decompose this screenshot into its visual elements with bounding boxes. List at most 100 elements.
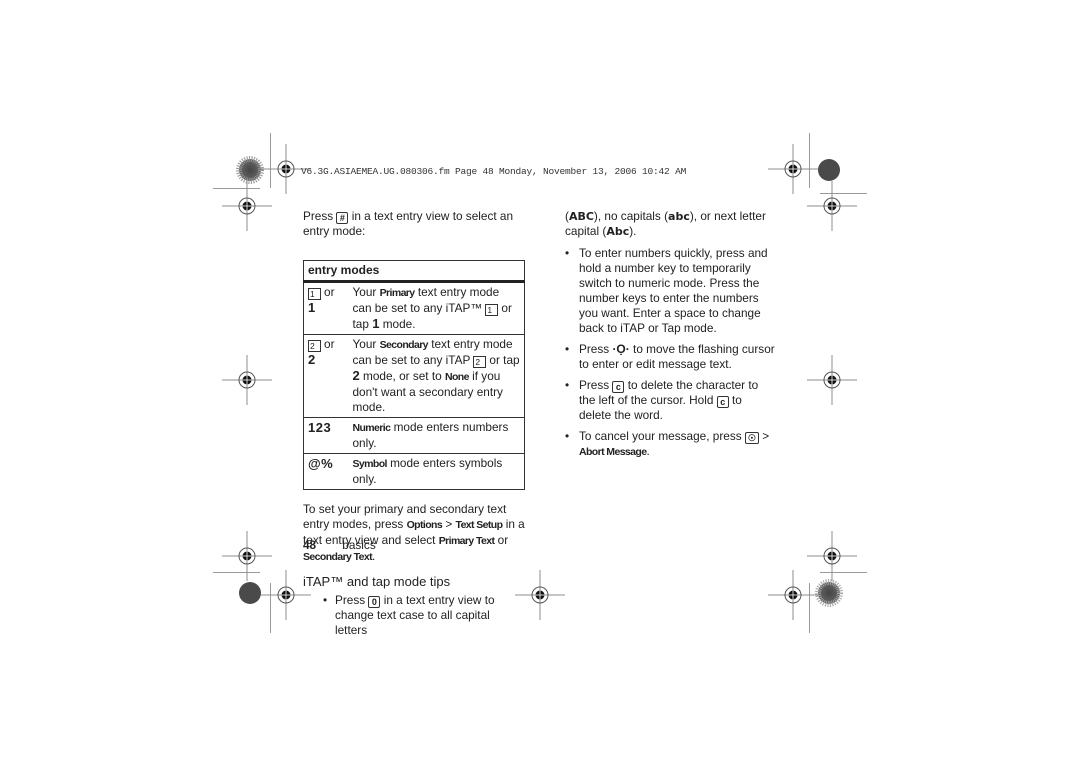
itap-2-icon: 2 xyxy=(308,340,321,352)
file-info-header: V6.3G.ASIAEMEA.UG.080306.fm Page 48 Mond… xyxy=(301,166,687,177)
registration-target-icon xyxy=(806,354,858,406)
menu-separator: > xyxy=(445,517,453,531)
text-setup-menu-label: Text Setup xyxy=(455,519,504,531)
intro-paragraph: Press # in a text entry view to select a… xyxy=(303,209,525,239)
mode-description-cell: Your Primary text entry mode can be set … xyxy=(348,281,525,335)
desc-text: mode, or set to xyxy=(363,369,442,383)
intro-text: Press xyxy=(303,209,334,223)
desc-text: mode. xyxy=(382,317,416,331)
abort-message-label: Abort Message xyxy=(579,446,647,458)
setup-paragraph: To set your primary and secondary text e… xyxy=(303,502,525,565)
section-subheading: iTAP™ and tap mode tips xyxy=(303,574,451,589)
color-bar-star-icon xyxy=(815,579,843,607)
options-menu-label: Options xyxy=(406,519,443,531)
primary-label: Primary xyxy=(379,287,416,299)
tip-text: . xyxy=(646,444,650,458)
crop-line xyxy=(270,583,271,633)
crop-line xyxy=(270,133,271,188)
cont-text: ), no capitals ( xyxy=(593,209,669,223)
pound-key-icon: # xyxy=(336,212,349,224)
tip-text: To enter numbers quickly, press and hold… xyxy=(579,246,768,335)
symbol-mode-icon: @% xyxy=(308,456,334,471)
page-footer: 48 basics xyxy=(303,538,376,552)
itap-1-icon: 1 xyxy=(485,304,499,316)
mode-description-cell: Numeric mode enters numbers only. xyxy=(348,417,525,454)
desc-text: Your xyxy=(352,337,377,351)
crop-line xyxy=(213,188,260,189)
mode-key-cell: 123 xyxy=(303,417,349,454)
or-text: or xyxy=(324,285,335,299)
registration-target-icon xyxy=(221,354,273,406)
right-column: (ABC), no capitals (abc), or next letter… xyxy=(565,209,775,466)
registration-target-icon xyxy=(221,530,273,582)
tip-text: Press xyxy=(579,342,610,356)
zero-key-icon: 0 xyxy=(368,596,381,608)
registration-target-icon xyxy=(806,530,858,582)
mode-key-cell: @% xyxy=(303,453,349,490)
page-number: 48 xyxy=(303,538,317,552)
list-item: Press 0 in a text entry view to change t… xyxy=(303,593,525,638)
registration-target-icon xyxy=(767,143,819,195)
desc-text: Your xyxy=(352,285,377,299)
tap-2-text: 2 xyxy=(352,368,360,383)
crop-line xyxy=(820,572,867,573)
itap-1-icon: 1 xyxy=(308,288,321,300)
clear-key-icon: c xyxy=(716,396,729,408)
numeric-mode-icon: 123 xyxy=(308,420,332,435)
registration-target-icon xyxy=(806,180,858,232)
registration-target-icon xyxy=(767,569,819,621)
section-name: basics xyxy=(342,538,376,552)
color-bar-dot-icon xyxy=(818,159,840,181)
clear-key-icon: c xyxy=(612,381,625,393)
none-label: None xyxy=(444,371,469,383)
table-row: 123 Numeric mode enters numbers only. xyxy=(303,417,525,454)
mode-key-cell: 1 or 1 xyxy=(303,281,349,335)
no-caps-mode-icon: abc xyxy=(668,210,690,223)
crop-line xyxy=(820,193,867,194)
tips-list: Press 0 in a text entry view to change t… xyxy=(303,593,525,638)
desc-text: or tap xyxy=(489,353,520,367)
tip-text: to move the flashing cursor to enter or … xyxy=(579,342,775,371)
table-row: 2 or 2 Your Secondary text entry mode ca… xyxy=(303,334,525,418)
list-item: Press ·Ọ· to move the flashing cursor to… xyxy=(565,342,775,372)
crop-line xyxy=(809,583,810,633)
tip-text: Press xyxy=(579,378,610,392)
list-item: Press c to delete the character to the l… xyxy=(565,378,775,423)
secondary-label: Secondary xyxy=(379,339,429,351)
continuation-paragraph: (ABC), no capitals (abc), or next letter… xyxy=(565,209,766,238)
primary-text-label: Primary Text xyxy=(438,535,495,547)
table-row: @% Symbol mode enters symbols only. xyxy=(303,453,525,490)
cont-text: ). xyxy=(629,224,637,238)
tap-1-text: 1 xyxy=(372,316,380,331)
list-item: To enter numbers quickly, press and hold… xyxy=(565,246,775,336)
table-row: 1 or 1 Your Primary text entry mode can … xyxy=(303,281,525,335)
crop-line xyxy=(213,572,260,573)
nav-key-icon: ·Ọ· xyxy=(612,342,630,356)
tap-1-text: 1 xyxy=(308,300,316,315)
all-caps-mode-icon: ABC xyxy=(568,210,594,223)
mode-key-cell: 2 or 2 xyxy=(303,334,349,418)
color-bar-star-icon xyxy=(236,156,264,184)
menu-separator: > xyxy=(762,429,770,443)
mode-description-cell: Symbol mode enters symbols only. xyxy=(348,453,525,490)
or-text: or xyxy=(324,337,335,351)
numeric-label: Numeric xyxy=(352,422,391,434)
registration-marks xyxy=(221,143,858,621)
table-title: entry modes xyxy=(303,260,525,283)
menu-key-icon: ☉ xyxy=(744,432,759,444)
tip-text: Press xyxy=(335,593,366,607)
crop-line xyxy=(809,133,810,188)
intro-text: in a text entry view to select an entry … xyxy=(303,209,514,238)
entry-modes-table: entry modes 1 or 1 Your Primary text ent… xyxy=(303,260,525,490)
left-column: Press # in a text entry view to select a… xyxy=(303,209,525,645)
tip-text: To cancel your message, press xyxy=(579,429,742,443)
setup-text: or xyxy=(497,533,509,547)
secondary-text-label: Secondary Text xyxy=(303,551,373,563)
color-bar-dot-icon xyxy=(239,582,261,604)
mode-description-cell: Your Secondary text entry mode can be se… xyxy=(348,334,525,418)
list-item: To cancel your message, press ☉ > Abort … xyxy=(565,429,775,460)
symbol-label: Symbol xyxy=(352,458,388,470)
tips-list: To enter numbers quickly, press and hold… xyxy=(565,246,775,460)
tap-2-text: 2 xyxy=(308,352,316,367)
next-cap-mode-icon: Abc xyxy=(606,225,630,238)
